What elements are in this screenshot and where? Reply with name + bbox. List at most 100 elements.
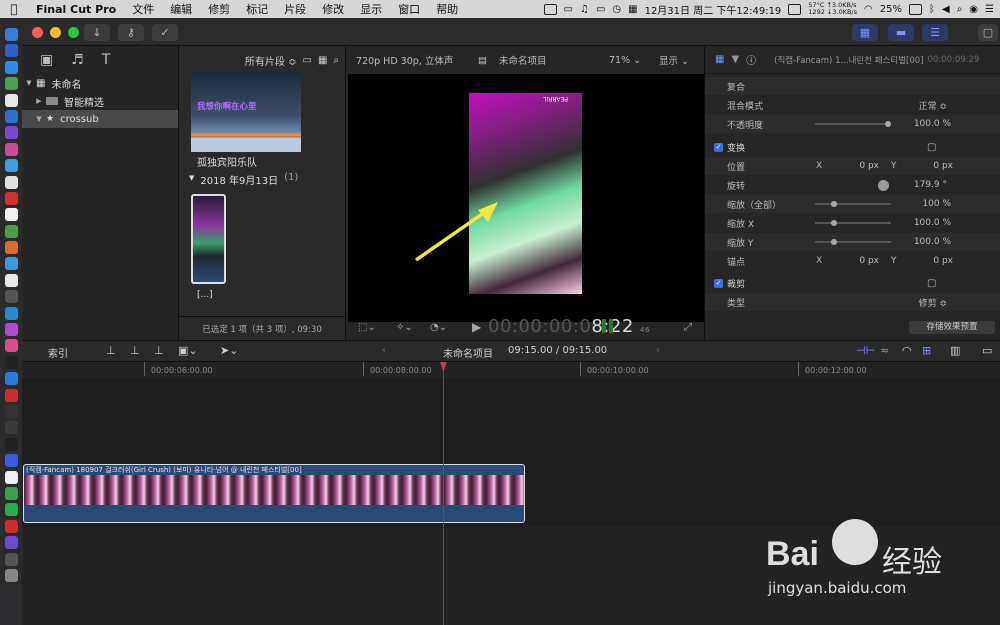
scale-all-value[interactable]: 100 % [895, 199, 951, 209]
scale-x-slider-knob[interactable] [831, 220, 837, 226]
menu-list-icon[interactable]: ☰ [985, 4, 994, 15]
menu-help[interactable]: 帮助 [428, 1, 466, 17]
show-inspector-button[interactable]: ☰ [922, 24, 948, 41]
back-arrow-icon[interactable]: ‹ [382, 345, 386, 356]
show-browser-button[interactable]: ▦ [852, 24, 878, 41]
app-icon-18[interactable] [4, 306, 18, 320]
menu-modify[interactable]: 修改 [314, 1, 352, 17]
volume-icon[interactable]: ◀ [942, 4, 950, 15]
crop-type-menu[interactable]: 修剪 ≎ [885, 296, 947, 309]
keyboard-icon[interactable] [788, 3, 802, 15]
timecode-display[interactable]: 00:00:00:08:22 46 [488, 316, 650, 337]
background-tasks-button[interactable]: ✓ [152, 24, 178, 41]
battery-percent[interactable]: 25% [880, 4, 902, 15]
app-icon-12[interactable] [4, 208, 18, 222]
clip-thumbnail-1[interactable]: 我想你啊在心里 [191, 72, 301, 152]
clip-title-1[interactable]: 孤独宾阳乐队 [197, 154, 257, 169]
trash-icon[interactable] [4, 568, 18, 582]
app-icon-8[interactable] [4, 142, 18, 156]
disclosure-closed-icon[interactable]: ▶ [32, 97, 46, 105]
wifi-icon[interactable]: ◠ [864, 4, 873, 15]
append-clip-icon[interactable]: ⊥ [154, 344, 164, 357]
terminal-icon[interactable] [4, 404, 18, 418]
forward-arrow-icon[interactable]: › [656, 345, 660, 356]
menu-view[interactable]: 显示 [352, 1, 390, 17]
tv-icon[interactable] [4, 355, 18, 369]
filmstrip-view-icon[interactable]: ▦ [318, 55, 327, 66]
app-icon-33[interactable] [4, 552, 18, 566]
snapping-icon[interactable]: ⊞ [922, 344, 931, 357]
messages-icon[interactable] [4, 257, 18, 271]
fullscreen-icon[interactable]: ⤢ [684, 322, 692, 333]
menu-trim[interactable]: 修剪 [200, 1, 238, 17]
zoom-menu[interactable]: 71% ⌄ [609, 55, 641, 66]
anchor-x-value[interactable]: 0 px [835, 256, 879, 266]
menu-file[interactable]: 文件 [124, 1, 162, 17]
app-icon-29[interactable] [4, 486, 18, 500]
timeline-index-icon[interactable]: ▭ [982, 344, 992, 357]
position-y-value[interactable]: 0 px [905, 161, 953, 171]
app-icon-4[interactable] [4, 77, 18, 91]
overwrite-clip-icon[interactable]: ▣⌄ [178, 344, 198, 357]
share-button[interactable]: ▢ [978, 24, 998, 41]
opacity-slider-knob[interactable] [885, 121, 891, 127]
date-group-header[interactable]: ▼ 2018 年9月13日 (1) [189, 172, 298, 187]
battery-icon[interactable] [908, 3, 922, 15]
clip-appearance-icon[interactable]: ▭ [302, 55, 311, 66]
launchpad-icon[interactable] [4, 44, 18, 58]
crop-onscreen-icon[interactable]: ▢ [927, 278, 936, 289]
app-icon-25[interactable] [4, 421, 18, 435]
search-icon[interactable]: ⌕ [957, 4, 963, 15]
clip-title-2[interactable]: [...] [197, 290, 213, 300]
scale-x-slider[interactable] [815, 220, 891, 226]
clock-text[interactable]: 12月31日 周二 下午12:49:19 [645, 2, 782, 17]
yandex-icon[interactable] [4, 470, 18, 484]
search-icon[interactable]: ⌕ [333, 55, 339, 66]
clip-appearance-icon[interactable]: ▥ [950, 344, 960, 357]
enhance-menu-icon[interactable]: ✧⌄ [396, 322, 413, 333]
finalcut-icon[interactable] [4, 536, 18, 550]
library-item-root[interactable]: ▼ ▦ 未命名 [22, 74, 178, 92]
solo-headphones-icon[interactable]: ◠ [902, 344, 912, 357]
transform-onscreen-icon[interactable]: ▢ [927, 142, 936, 153]
connect-clip-icon[interactable]: ⊥ [106, 344, 116, 357]
s-app-icon[interactable] [543, 3, 557, 15]
app-icon-7[interactable] [4, 126, 18, 140]
siri-icon[interactable]: ◉ [969, 4, 978, 15]
select-tool-icon[interactable]: ➤⌄ [220, 344, 238, 357]
clip-thumbnail-2[interactable] [191, 194, 226, 284]
opacity-value[interactable]: 100.0 % [895, 119, 951, 129]
info-icon[interactable]: ⓘ [746, 52, 756, 67]
close-button[interactable] [32, 27, 43, 38]
vivaldi-icon[interactable] [4, 388, 18, 402]
show-timeline-button[interactable]: ▬ [888, 24, 914, 41]
app-icon-27[interactable] [4, 454, 18, 468]
clip-filter-menu[interactable]: 所有片段 ≎ [245, 53, 297, 68]
color-inspector-icon[interactable]: ▼ [731, 54, 739, 65]
rotation-dial[interactable] [878, 179, 889, 191]
insert-clip-icon[interactable]: ⊥ [130, 344, 140, 357]
screen-icon[interactable]: ▭ [596, 4, 605, 15]
keywords-button[interactable]: ⚷ [118, 24, 144, 41]
library-item-smart-collections[interactable]: ▶ 智能精选 [22, 92, 178, 110]
disclosure-open-icon[interactable]: ▼ [22, 79, 36, 87]
disclosure-open-icon[interactable]: ▼ [189, 172, 194, 187]
appstore-icon[interactable] [4, 372, 18, 386]
playhead-line[interactable] [443, 362, 444, 625]
app-icon-17[interactable] [4, 290, 18, 304]
menu-window[interactable]: 窗口 [390, 1, 428, 17]
zoom-button[interactable] [68, 27, 79, 38]
weibo-icon[interactable] [4, 519, 18, 533]
menu-mark[interactable]: 标记 [238, 1, 276, 17]
app-icon-13[interactable] [4, 224, 18, 238]
audio-skimming-icon[interactable]: ≈ [880, 344, 889, 357]
calendar-dock-icon[interactable] [4, 191, 18, 205]
finder-icon[interactable] [4, 28, 18, 41]
skimming-icon[interactable]: ⊣⊢ [856, 344, 875, 357]
apple-icon[interactable]:  [0, 2, 28, 16]
timeline-clip[interactable]: (직캠-Fancam) 180907 걸크러쉬(Girl Crush) (보미)… [23, 464, 525, 523]
app-icon-16[interactable] [4, 273, 18, 287]
blend-mode-menu[interactable]: 正常 ≎ [885, 99, 947, 112]
anchor-y-value[interactable]: 0 px [905, 256, 953, 266]
save-effects-preset-button[interactable]: 存储效果预置 [909, 321, 995, 334]
